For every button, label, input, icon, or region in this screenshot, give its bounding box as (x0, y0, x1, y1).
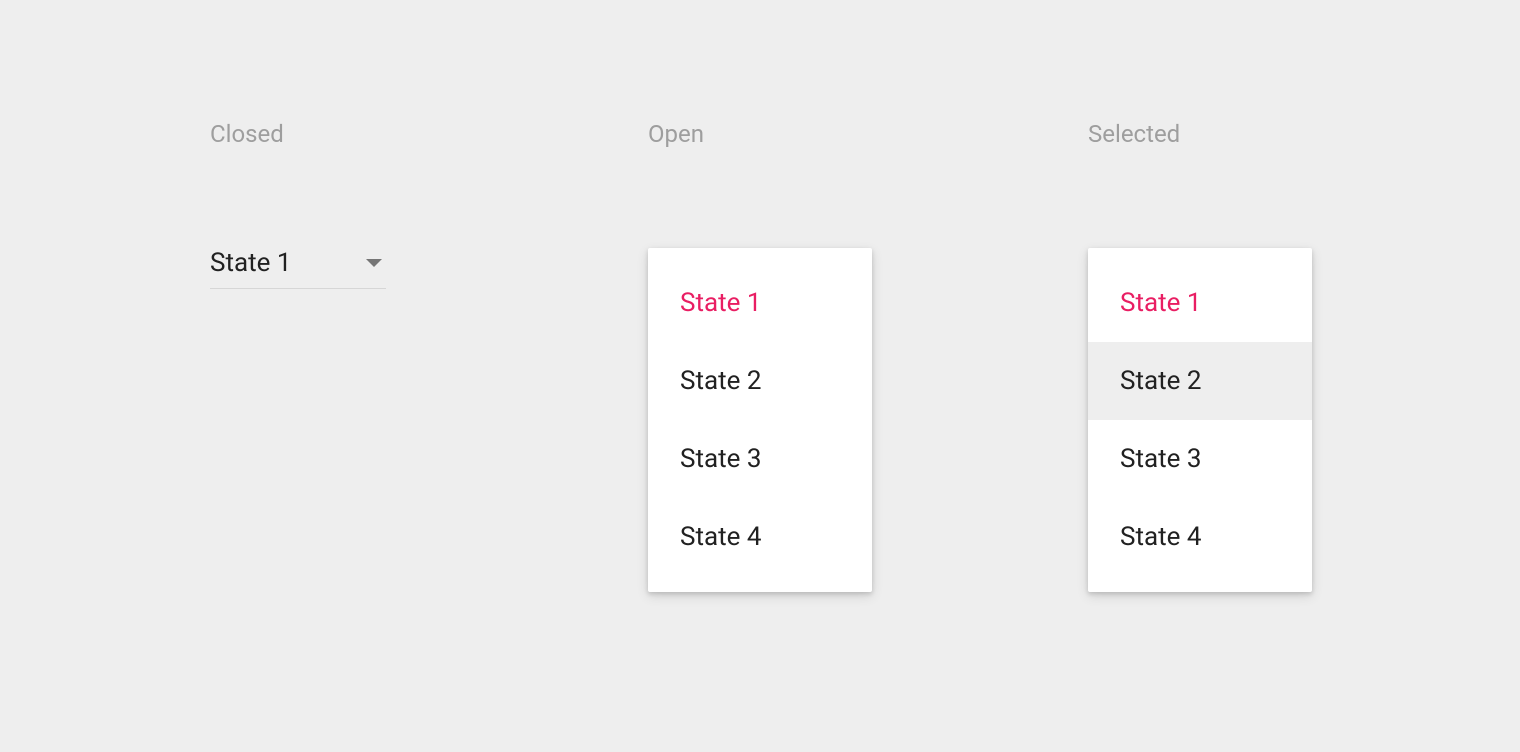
dropdown-item-state-3[interactable]: State 3 (648, 420, 872, 498)
dropdown-closed-value: State 1 (210, 248, 291, 278)
column-label-closed: Closed (210, 120, 386, 148)
dropdown-item-state-2[interactable]: State 2 (1088, 342, 1312, 420)
dropdown-selected-panel: State 1 State 2 State 3 State 4 (1088, 248, 1312, 592)
column-closed: Closed State 1 (210, 120, 386, 289)
dropdown-item-state-3[interactable]: State 3 (1088, 420, 1312, 498)
dropdown-open-panel: State 1 State 2 State 3 State 4 (648, 248, 872, 592)
dropdown-item-state-1[interactable]: State 1 (648, 264, 872, 342)
column-label-open: Open (648, 120, 872, 148)
dropdown-closed[interactable]: State 1 (210, 248, 386, 289)
chevron-down-icon (366, 259, 382, 267)
column-label-selected: Selected (1088, 120, 1312, 148)
dropdown-item-state-2[interactable]: State 2 (648, 342, 872, 420)
dropdown-item-state-4[interactable]: State 4 (648, 498, 872, 576)
dropdown-item-state-1[interactable]: State 1 (1088, 264, 1312, 342)
column-open: Open State 1 State 2 State 3 State 4 (648, 120, 872, 592)
dropdown-item-state-4[interactable]: State 4 (1088, 498, 1312, 576)
column-selected: Selected State 1 State 2 State 3 State 4 (1088, 120, 1312, 592)
